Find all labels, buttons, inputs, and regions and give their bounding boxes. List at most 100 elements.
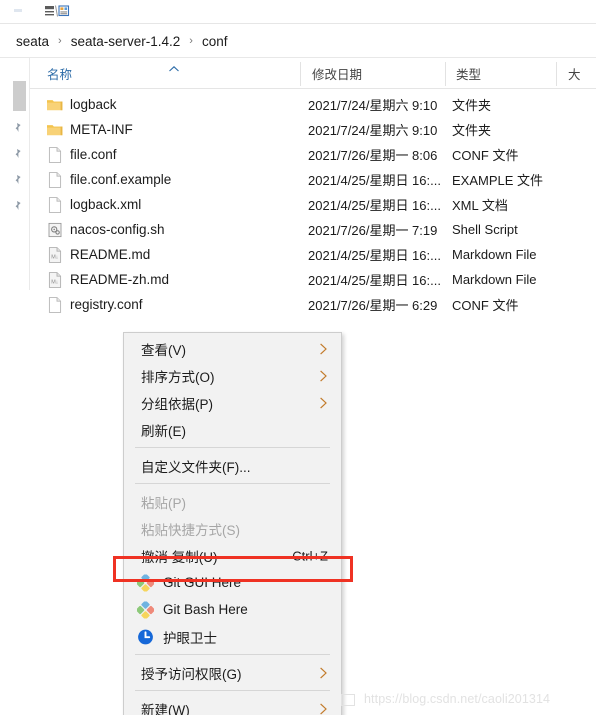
menu-item-view[interactable]: 查看(V): [124, 335, 341, 362]
file-date: 2021/4/25/星期日 16:...: [308, 173, 441, 188]
menu-item-refresh[interactable]: 刷新(E): [124, 416, 341, 443]
toolbar-divider: [0, 23, 596, 24]
svg-text:M↓: M↓: [51, 254, 58, 260]
file-type: Markdown File: [452, 272, 537, 287]
chevron-right-icon: [319, 369, 328, 382]
menu-item-paste-shortcut: 粘贴快捷方式(S): [124, 515, 341, 542]
chevron-right-icon: [319, 666, 328, 679]
file-date: 2021/7/26/星期一 8:06: [308, 148, 438, 163]
menu-item-customize-folder[interactable]: 自定义文件夹(F)...: [124, 452, 341, 479]
file-list: logback 2021/7/24/星期六 9:10 文件夹 META-INF …: [30, 92, 596, 317]
menu-item-git-bash-here[interactable]: Git Bash Here: [124, 596, 341, 623]
breadcrumb[interactable]: seata › seata-server-1.4.2 › conf: [0, 25, 596, 57]
breadcrumb-item-1[interactable]: seata-server-1.4.2: [69, 33, 183, 50]
file-name: README.md: [70, 247, 151, 262]
table-row[interactable]: M↓ README.md 2021/4/25/星期日 16:... Markdo…: [30, 242, 596, 267]
markdown-file-icon: M↓: [46, 246, 64, 264]
menu-item-label: Git Bash Here: [163, 602, 248, 617]
svg-text:M↓: M↓: [51, 279, 58, 285]
pin-icon: [15, 120, 22, 132]
git-icon: [136, 573, 155, 592]
git-icon: [136, 600, 155, 619]
menu-separator-2: [135, 483, 330, 484]
breadcrumb-item-2[interactable]: conf: [200, 33, 230, 50]
pin-icon: [15, 198, 22, 210]
file-type: Shell Script: [452, 222, 518, 237]
menu-separator-3: [135, 654, 330, 655]
menu-item-label: 授予访问权限(G): [141, 666, 242, 682]
column-divider[interactable]: [445, 62, 446, 86]
menu-item-shortcut: Ctrl+Z: [292, 548, 328, 563]
table-row[interactable]: M↓ README-zh.md 2021/4/25/星期日 16:... Mar…: [30, 267, 596, 292]
menu-item-label: 粘贴快捷方式(S): [141, 522, 240, 538]
file-date: 2021/7/26/星期一 7:19: [308, 223, 438, 238]
chevron-right-icon: [319, 396, 328, 409]
table-row[interactable]: logback 2021/7/24/星期六 9:10 文件夹: [30, 92, 596, 117]
menu-item-label: 排序方式(O): [141, 369, 215, 385]
toolbar-ghost-icon: [14, 9, 22, 12]
column-header-type[interactable]: 类型: [456, 58, 481, 88]
table-row[interactable]: registry.conf 2021/7/26/星期一 6:29 CONF 文件: [30, 292, 596, 317]
menu-item-label: 分组依据(P): [141, 396, 213, 412]
column-header-divider: [30, 88, 596, 89]
file-type: CONF 文件: [452, 298, 519, 313]
menu-item-group-by[interactable]: 分组依据(P): [124, 389, 341, 416]
blank-file-icon: [46, 196, 64, 214]
menu-item-label: 自定义文件夹(F)...: [141, 459, 251, 475]
file-name: nacos-config.sh: [70, 222, 165, 237]
menu-item-eye-guard[interactable]: 护眼卫士: [124, 623, 341, 650]
menu-item-grant-access[interactable]: 授予访问权限(G): [124, 659, 341, 686]
file-type: XML 文档: [452, 198, 508, 213]
shell-script-icon: [46, 221, 64, 239]
table-row[interactable]: META-INF 2021/7/24/星期六 9:10 文件夹: [30, 117, 596, 142]
file-type: CONF 文件: [452, 148, 519, 163]
menu-item-label: 护眼卫士: [163, 630, 217, 646]
file-name: registry.conf: [70, 297, 143, 312]
menu-item-sort-by[interactable]: 排序方式(O): [124, 362, 341, 389]
file-type: EXAMPLE 文件: [452, 173, 544, 188]
breadcrumb-item-0[interactable]: seata: [14, 33, 51, 50]
watermark-text: https://blog.csdn.net/caoli201314: [364, 692, 551, 706]
column-divider[interactable]: [556, 62, 557, 86]
menu-item-paste: 粘贴(P): [124, 488, 341, 515]
view-layout-icon[interactable]: [44, 4, 70, 18]
file-date: 2021/7/24/星期六 9:10: [308, 98, 438, 113]
file-name: file.conf.example: [70, 172, 172, 187]
vertical-scrollbar[interactable]: [13, 81, 26, 111]
table-row[interactable]: nacos-config.sh 2021/7/26/星期一 7:19 Shell…: [30, 217, 596, 242]
pin-icon: [15, 146, 22, 158]
menu-item-git-gui-here[interactable]: Git GUI Here: [124, 569, 341, 596]
menu-item-new[interactable]: 新建(W): [124, 695, 341, 715]
table-row[interactable]: logback.xml 2021/4/25/星期日 16:... XML 文档: [30, 192, 596, 217]
menu-item-undo-copy[interactable]: 撤消 复制(U) Ctrl+Z: [124, 542, 341, 569]
column-divider[interactable]: [300, 62, 301, 86]
menu-item-label: 刷新(E): [141, 423, 186, 439]
folder-context-menu[interactable]: 查看(V) 排序方式(O) 分组依据(P) 刷新(E) 自定义文件夹(F)...: [123, 332, 342, 715]
column-header-date[interactable]: 修改日期: [312, 58, 362, 88]
menu-item-label: 新建(W): [141, 702, 190, 715]
column-header-name[interactable]: 名称: [47, 58, 72, 88]
pin-icon: [15, 172, 22, 184]
menu-item-label: 撤消 复制(U): [141, 549, 218, 565]
file-type: Markdown File: [452, 247, 537, 262]
markdown-file-icon: M↓: [46, 271, 64, 289]
column-header-size[interactable]: 大: [568, 58, 581, 88]
chevron-right-icon: [319, 342, 328, 355]
file-date: 2021/4/25/星期日 16:...: [308, 198, 441, 213]
folder-icon: [46, 121, 64, 139]
table-row[interactable]: file.conf 2021/7/26/星期一 8:06 CONF 文件: [30, 142, 596, 167]
breadcrumb-separator-icon: ›: [189, 35, 193, 47]
menu-item-label: 粘贴(P): [141, 495, 186, 511]
file-name: logback: [70, 97, 117, 112]
watermark-icon: [341, 694, 355, 706]
file-name: META-INF: [70, 122, 133, 137]
file-name: README-zh.md: [70, 272, 170, 287]
table-row[interactable]: file.conf.example 2021/4/25/星期日 16:... E…: [30, 167, 596, 192]
file-type: 文件夹: [452, 98, 492, 113]
file-type: 文件夹: [452, 123, 492, 138]
menu-separator-4: [135, 690, 330, 691]
eye-guard-clock-icon: [137, 628, 154, 645]
file-date: 2021/7/26/星期一 6:29: [308, 298, 438, 313]
menu-separator-1: [135, 447, 330, 448]
file-name: file.conf: [70, 147, 117, 162]
